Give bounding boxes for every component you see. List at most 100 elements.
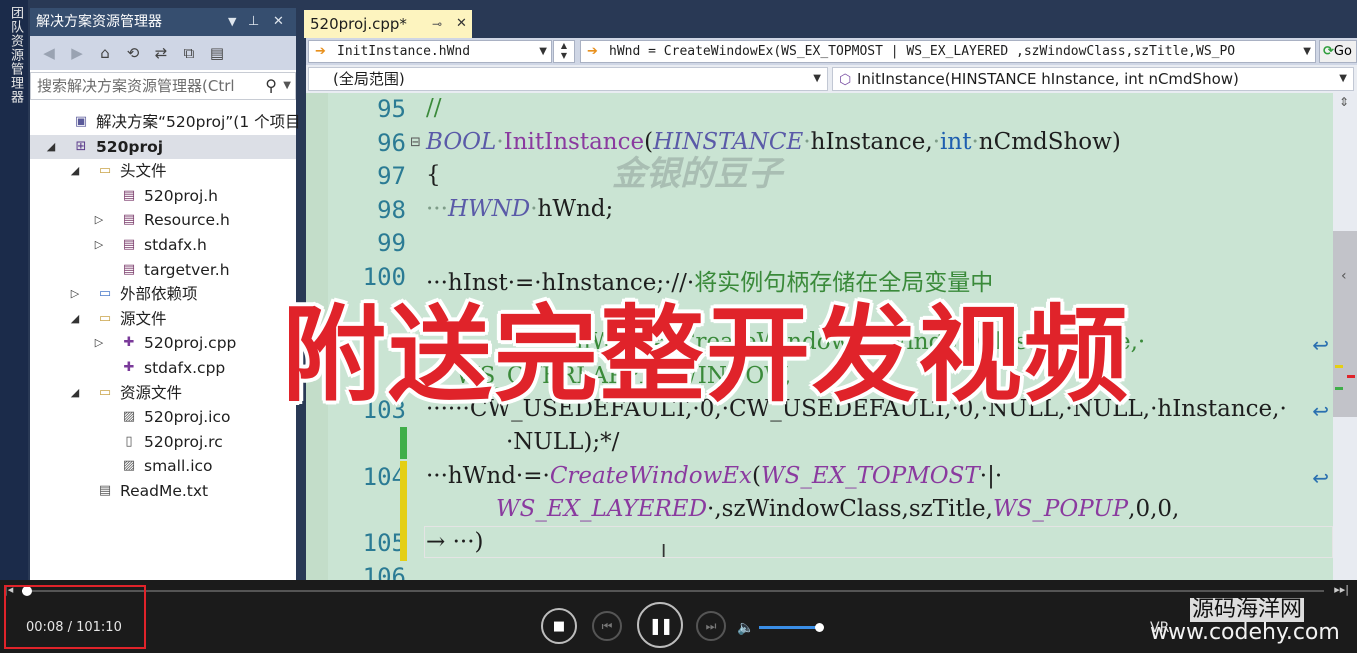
code-line-103-wrap: ·NULL);*/ <box>506 429 620 455</box>
tree-item[interactable]: ▤ targetver.h <box>30 258 296 283</box>
tree-item-label: 源文件 <box>120 309 167 328</box>
team-explorer-strip[interactable]: 团队资源管理器 <box>0 0 28 580</box>
search-icon[interactable]: ⚲ <box>265 73 277 99</box>
solution-explorer-title: 解决方案资源管理器 <box>36 14 162 30</box>
code-line-105: → ···) <box>426 529 484 555</box>
tree-item[interactable]: ◢ ▭ 资源文件 <box>30 381 296 406</box>
tab-520proj-cpp[interactable]: 520proj.cpp* ⊸ ✕ <box>304 10 472 38</box>
collapse-all-icon[interactable]: ⧉ <box>178 42 200 64</box>
tree-item[interactable]: ◢ ▭ 头文件 <box>30 159 296 184</box>
go-button[interactable]: ⟳Go <box>1319 40 1357 63</box>
chevron-down-icon[interactable]: ▼ <box>813 68 821 90</box>
code-line-97: { <box>426 162 441 188</box>
member-dropdown[interactable]: ⬡ InitInstance(HINSTANCE hInstance, int … <box>832 67 1354 91</box>
code-token: ·|· <box>979 463 1003 489</box>
expanded-arrow-icon[interactable]: ◢ <box>68 381 82 405</box>
tree-item[interactable]: ▤ 520proj.h <box>30 184 296 209</box>
code-token: hInstance, <box>810 129 933 155</box>
tree-item[interactable]: ▷ ✚ 520proj.cpp <box>30 331 296 356</box>
code-line-104-wrap: WS_EX_LAYERED·,szWindowClass,szTitle,WS_… <box>496 496 1179 522</box>
app-window: 团队资源管理器 解决方案资源管理器 ▼ ⊥ ✕ ◀ ▶ ⌂ ⟲ ⇄ ⧉ ▤ 搜索… <box>0 0 1357 653</box>
team-explorer-tab[interactable]: 团队资源管理器 <box>5 6 23 104</box>
sync-icon[interactable]: ⟲ <box>122 42 144 64</box>
split-icon[interactable]: ⇕ <box>1339 95 1349 109</box>
tree-item[interactable]: ▷ ▤ Resource.h <box>30 208 296 233</box>
expanded-arrow-icon[interactable]: ◢ <box>44 135 58 159</box>
tree-item-label: 520proj.cpp <box>144 334 237 353</box>
tree-item[interactable]: ▤ ReadMe.txt <box>30 479 296 504</box>
tree-item[interactable]: ▨ small.ico <box>30 454 296 479</box>
tree-item[interactable]: ◢ ▭ 源文件 <box>30 307 296 332</box>
solution-explorer-toolbar: ◀ ▶ ⌂ ⟲ ⇄ ⧉ ▤ <box>30 36 296 70</box>
previous-button[interactable]: ⏮ <box>592 611 622 641</box>
tree-item[interactable]: ▨ 520proj.ico <box>30 405 296 430</box>
nav-spinner[interactable]: ▲ ▼ <box>553 40 575 63</box>
vr-button[interactable]: VR <box>1150 620 1169 636</box>
tree-item[interactable]: ▣ 解决方案“520proj”(1 个项目 <box>30 110 301 135</box>
collapsed-arrow-icon[interactable]: ▷ <box>92 331 106 355</box>
properties-icon[interactable]: ▤ <box>206 42 228 64</box>
forward-icon[interactable]: ▶ <box>66 42 88 64</box>
tree-item-label: ReadMe.txt <box>120 481 209 500</box>
panel-dropdown-icon[interactable]: ▼ <box>228 8 236 36</box>
solution-explorer-panel: 解决方案资源管理器 ▼ ⊥ ✕ ◀ ▶ ⌂ ⟲ ⇄ ⧉ ▤ 搜索解决方案资源管理… <box>30 8 301 580</box>
tree-item-label: targetver.h <box>144 260 230 279</box>
next-button[interactable]: ⏭ <box>696 611 726 641</box>
chevron-left-icon[interactable]: ‹ <box>1341 268 1347 284</box>
volume-icon[interactable]: 🔈 <box>737 620 754 636</box>
refresh-icon[interactable]: ⇄ <box>150 42 172 64</box>
pause-button[interactable]: ❚❚ <box>637 602 683 648</box>
expanded-arrow-icon[interactable]: ◢ <box>68 307 82 331</box>
scope-dropdown[interactable]: (全局范围) ▼ <box>308 67 828 91</box>
collapsed-arrow-icon[interactable]: ▷ <box>68 282 82 306</box>
collapse-toggle-icon[interactable]: ⊟ <box>410 135 421 150</box>
chevron-down-icon[interactable]: ▼ <box>539 41 547 62</box>
tree-item[interactable]: ▷ ▤ stdafx.h <box>30 233 296 258</box>
panel-close-icon[interactable]: ✕ <box>273 8 284 36</box>
nav-right-dropdown[interactable]: ➔ hWnd = CreateWindowEx(WS_EX_TOPMOST | … <box>580 40 1316 63</box>
video-player-bar: |◂ ▸▸| 00:08 / 101:10 ■ ⏮ ❚❚ ⏭ 🔈 源码海洋网 w… <box>0 580 1357 653</box>
code-token: ,0,0, <box>1128 496 1180 522</box>
tab-close-icon[interactable]: ✕ <box>456 10 467 38</box>
word-wrap-icon: ↩ <box>1312 333 1329 357</box>
tree-item-label: Resource.h <box>144 211 230 230</box>
tree-item[interactable]: ✚ stdafx.cpp <box>30 356 296 381</box>
tree-item-label: 资源文件 <box>120 383 183 402</box>
folder-icon: ▭ <box>98 163 112 179</box>
tree-item-label: 520proj.h <box>144 186 218 205</box>
image-file-icon: ▨ <box>122 409 136 425</box>
video-progress-bar[interactable] <box>22 586 1324 596</box>
navigation-bar: ➔ InitInstance.hWnd ▼ ▲ ▼ ➔ hWnd = Create… <box>306 38 1357 65</box>
skip-end-icon[interactable]: ▸▸| <box>1334 583 1349 596</box>
line-number: 106 <box>362 563 406 580</box>
search-dropdown-icon[interactable]: ▼ <box>283 73 291 99</box>
code-token: BOOL <box>426 129 497 155</box>
volume-slider[interactable] <box>759 623 825 632</box>
solution-explorer-search[interactable]: 搜索解决方案资源管理器(Ctrl ⚲ ▼ <box>30 72 296 100</box>
expanded-arrow-icon[interactable]: ◢ <box>68 159 82 183</box>
volume-knob[interactable] <box>815 623 825 632</box>
tab-pin-icon[interactable]: ⊸ <box>432 10 442 38</box>
stop-button[interactable]: ■ <box>541 608 577 644</box>
scroll-marker <box>1335 387 1343 390</box>
code-token: hWnd; <box>537 196 614 222</box>
line-number: 98 <box>377 196 406 224</box>
site-brand-name: 源码海洋网 <box>1190 597 1305 622</box>
tree-item[interactable]: ◢ ⊞ 520proj <box>30 134 296 160</box>
code-token: WS_EX_TOPMOST <box>761 463 980 489</box>
solution-explorer-title-bar: 解决方案资源管理器 ▼ ⊥ ✕ <box>30 8 296 36</box>
dependency-folder-icon: ▭ <box>98 286 112 302</box>
collapsed-arrow-icon[interactable]: ▷ <box>92 233 106 257</box>
tree-item[interactable]: ▯ 520proj.rc <box>30 430 296 455</box>
chevron-down-icon[interactable]: ▼ <box>1303 41 1311 62</box>
chevron-down-icon[interactable]: ▼ <box>1339 68 1347 90</box>
solution-icon: ▣ <box>74 114 88 129</box>
tree-item[interactable]: ▷ ▭ 外部依赖项 <box>30 282 296 307</box>
nav-left-dropdown[interactable]: ➔ InitInstance.hWnd ▼ <box>308 40 552 63</box>
home-icon[interactable]: ⌂ <box>94 42 116 64</box>
back-icon[interactable]: ◀ <box>38 42 60 64</box>
panel-pin-icon[interactable]: ⊥ <box>248 8 259 36</box>
editor-vertical-scrollbar[interactable]: ⇕ ‹ <box>1333 93 1357 580</box>
line-number: 97 <box>377 162 406 190</box>
collapsed-arrow-icon[interactable]: ▷ <box>92 208 106 232</box>
